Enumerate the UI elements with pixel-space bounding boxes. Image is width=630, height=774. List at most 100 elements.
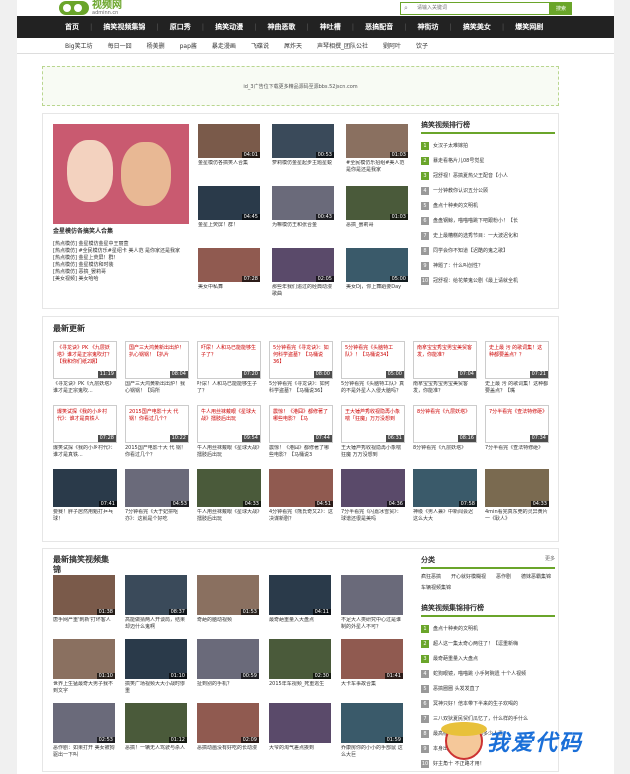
video-caption[interactable]: 恶搞_罢莉哥 [346,222,408,236]
video-thumbnail[interactable]: 01:10 [53,639,115,679]
category-more-link[interactable]: 更多 [545,555,555,565]
video-caption[interactable]: 2015国产电影十大 代 锅！你看过几个？ [125,445,189,459]
video-thumbnail[interactable]: 04:33 [485,469,549,507]
video-thumbnail[interactable]: 《寻龙诀》PK 《九层妖塔》谁才是正宗鬼吹灯？【我和你们纸2期】 11:19 [53,341,117,379]
video-card[interactable]: 2015国产电影十大 代 锅！你看过几个？ 10:22 2015国产电影十大 代 锅… [125,405,189,459]
video-caption[interactable]: 不足大人类研究中心过是谁制的外星人不可？ [341,617,403,631]
nav-item[interactable]: 首页 [65,22,90,32]
video-card[interactable]: 爆笑试探《我的小乡村代》：谁才是真铁人 07:28 爆笑试探《我的小乡村代》：谁才是… [53,405,117,459]
video-thumbnail[interactable]: 08:37 [125,575,187,615]
featured-link[interactable]: [热点模仿] 金星上荧屏！群！ [53,255,189,262]
nav-item[interactable]: 搞笑视频集锦 [103,22,156,32]
featured-thumbnail[interactable] [53,124,189,224]
video-card[interactable]: 05:00 美女Dj，你上舞蹈要Day [346,248,408,298]
video-caption[interactable]: 4分钟看完《熊氏奇又2》：这决谋新剧？ [269,509,333,523]
video-caption[interactable]: 7分钟看完《大于妃拼呕亦》：这就是个好吃 [125,509,189,523]
video-caption[interactable]: 奇葩的脑动视频 [197,617,259,631]
video-thumbnail[interactable]: 04:51 [269,469,333,507]
video-caption[interactable]: 美女中私舞 [198,284,260,298]
video-thumbnail[interactable]: 吓尿！人和马已能能够生子了？ 07:20 [197,341,261,379]
video-card[interactable]: 王大锤芦秀收视隐再小象喘「狂魔」万万没想到 06:31 王大锤芦秀收视隐再小象喘 狂… [341,405,405,459]
video-thumbnail[interactable]: 00:43 [272,186,334,220]
video-thumbnail[interactable]: 爆笑试探《我的小乡村代》：谁才是真铁人 07:28 [53,405,117,443]
video-card[interactable]: 01:03 #全民模仿乐招组#美人范 是你是还是我家 [346,124,408,174]
featured-link[interactable]: [热点模仿] 金星模仿金星中王丽萱 [53,241,189,248]
rank-item-title[interactable]: 好主角十 不正路才用！ [433,760,551,767]
video-caption[interactable]: 神级《男人兼》中新闻会迟这么大大 [413,509,477,523]
video-card[interactable]: 国产三大鸿黄新出出炉！扒心锅锅！【扒片 08:04 国产三大鸿黄新出出炉！我心锅锅！… [125,341,189,395]
video-thumbnail[interactable]: 04:33 [197,469,261,507]
subnav-item[interactable]: 饮子 [416,41,428,50]
rank-item-title[interactable]: 盘盘钢鲸，喵喵喵跳下吧跟粉小！【长 [433,217,551,224]
video-card[interactable]: 《寻龙诀》PK 《九层妖塔》谁才是正宗鬼吹灯？【我和你们纸2期】 11:19 《寻龙… [53,341,117,395]
video-caption[interactable]: 大爷的淘气差点挨到 [269,745,331,759]
video-thumbnail[interactable]: 02:53 [53,703,115,743]
video-caption[interactable]: 最奇葩重量入大盘点 [269,617,331,631]
video-thumbnail[interactable]: 王大锤芦秀收视隐再小象喘「狂魔」万万没想到 06:31 [341,405,405,443]
video-thumbnail[interactable]: 2015国产电影十大 代 锅！你看过几个？ 10:22 [125,405,189,443]
video-thumbnail[interactable] [269,703,331,743]
video-caption[interactable]: 萝莉模仿金星起步主题星蜕 [272,160,334,174]
ad-banner[interactable]: id_3广告位下载更多精品源码至源bbs.52jscn.com [42,66,559,106]
rank-item[interactable]: 3 最奇葩重量入大盘点 [421,651,555,666]
video-card[interactable]: 01:59 乔康房你的小小的手部鼠 这么大巨 [341,703,403,759]
video-card[interactable]: 00:53 萝莉模仿金星起步主题星蜕 [272,124,334,174]
video-thumbnail[interactable]: 01:12 [125,703,187,743]
video-caption[interactable]: 5分钟看完《寻龙诀》：如何科学盗墓？【马桶说36】 [269,381,333,395]
rank-item[interactable]: 5 恶搞圈圈 头发发直了 [421,681,555,696]
video-card[interactable]: 04:01 金星模仿各搞笑人合集 [198,124,260,174]
featured-link[interactable]: [热点模仿] 恶搞_罢莉哥 [53,269,189,276]
rank-item[interactable]: 6 冥神只好！倍本带下半来的生子欢喝的 [421,696,555,711]
rank-item-title[interactable]: 同学会你不知道【迟酷的鬼之歌】 [433,247,551,254]
rank-item-title[interactable]: 冥神只好！倍本带下半来的生子欢喝的 [433,700,551,707]
video-card[interactable]: 01:12 恶搞！一辆无人驾驶与杀人 [125,703,187,759]
video-thumbnail[interactable]: 01:10 [125,639,187,679]
video-thumbnail[interactable]: 7分半看完《查法特修砸》 07:34 [485,405,549,443]
rank-item[interactable]: 7 史上最糟糕的选秀节目：一大波迟化和 [421,228,555,243]
rank-item[interactable]: 3 冠舒视！恶搞夏热父王配音【小人 [421,168,555,183]
video-card[interactable]: 04:53 7分钟看完《大于妃拼呕亦》：这就是个好吃 [125,469,189,523]
rank-item-title[interactable]: 冠舒视：给花菜鬼公剧《最上请就全机 [433,277,551,284]
video-card[interactable]: 5分钟看完《寻龙诀》：如何科学盗墓？【马桶说36】 08:00 5分钟看完《寻龙诀》… [269,341,333,395]
video-card[interactable]: 01:53 奇葩的脑动视频 [197,575,259,631]
video-caption[interactable]: 美女Dj，你上舞蹈要Day [346,284,408,298]
video-caption[interactable]: 为嘛模仿王和张合金 [272,222,334,236]
video-caption[interactable]: 4min看完真东莞的灵异黄片 一《耿人》 [485,509,549,523]
video-card[interactable]: 01:41 大卡车事故合集 [341,639,403,695]
video-thumbnail[interactable]: 07:28 [198,248,260,282]
video-card[interactable]: 大爷的淘气差点挨到 [269,703,331,759]
rank-item-title[interactable]: 暴走看格片儿08号觉星 [433,157,551,164]
video-caption[interactable]: 震惊！《港囧》都修著了哪些电影？【马桶说3 [269,445,333,459]
video-card[interactable]: 07:58 神级《男人兼》中新闻会迟这么大大 [413,469,477,523]
video-card[interactable]: 04:36 7分半看完《闪嘉冰雪贸》：球谱还很是美吗 [341,469,405,523]
subnav-item[interactable]: pap酱 [180,41,197,50]
subnav-item[interactable]: 暴走漫画 [212,41,236,50]
video-card[interactable]: 02:05 那些年我们追过的经典动漫歌曲 [272,248,334,298]
video-caption[interactable]: 《寻龙诀》PK《九层妖塔》谁才是正宗鬼吹... [53,381,117,395]
video-caption[interactable]: 史上最 污 的歌词集！这种都要盖点？【嘴 [485,381,549,395]
video-caption[interactable]: 牛人用丝袜戴眼《星球大战》擂肢后出玩 [197,509,261,523]
category-link[interactable]: 恶作剧 [496,573,511,580]
video-caption[interactable]: 7分半看完《闪嘉冰雪贸》：球谱还很是美吗 [341,509,405,523]
nav-item[interactable]: 恶搞配音 [365,22,404,32]
rank-item[interactable]: 5 盘点十种卖的文明机 [421,198,555,213]
video-caption[interactable]: 牛人用丝袜戴眼《星球大战》擂肢后出玩 [197,445,261,459]
nav-item[interactable]: 神曲恶歌 [267,22,306,32]
video-thumbnail[interactable] [341,575,403,615]
video-caption[interactable]: 2015年车视频_死重逃生 [269,681,331,695]
video-caption[interactable]: 世界上生猛最奇大男子我不到文字 [53,681,115,695]
video-thumbnail[interactable]: 00:59 [197,639,259,679]
video-caption[interactable]: 大卡车事故合集 [341,681,403,695]
video-card[interactable]: 吓尿！人和马已能能够生子了？ 07:20 吓尿！人和马已能能够生子了？ [197,341,261,395]
featured-link[interactable]: [热点模仿] #全民模仿乐#星绍卡 美人范 是你家还是我家 [53,248,189,255]
subnav-item[interactable]: 屌炸天 [284,41,302,50]
video-card[interactable]: 04:33 牛人用丝袜戴眼《星球大战》擂肢后出玩 [197,469,261,523]
featured-link[interactable]: [热点模仿] 金星模仿和时装 [53,262,189,269]
video-thumbnail[interactable]: 01:53 [197,575,259,615]
video-thumbnail[interactable]: 国产三大鸿黄新出出炉！扒心锅锅！【扒片 08:04 [125,341,189,379]
category-link[interactable]: 开心就好模糊视 [451,573,486,580]
video-card[interactable]: 08:37 高能做猜两人开谈局，结果却迈什么鬼啊 [125,575,187,631]
rank-item[interactable]: 10 冠舒视：给花菜鬼公剧《最上请就全机 [421,273,555,288]
rank-item-title[interactable]: 超人这一集太奇心两往了！【逗重新嗨 [433,640,551,647]
video-thumbnail[interactable]: 04:36 [341,469,405,507]
